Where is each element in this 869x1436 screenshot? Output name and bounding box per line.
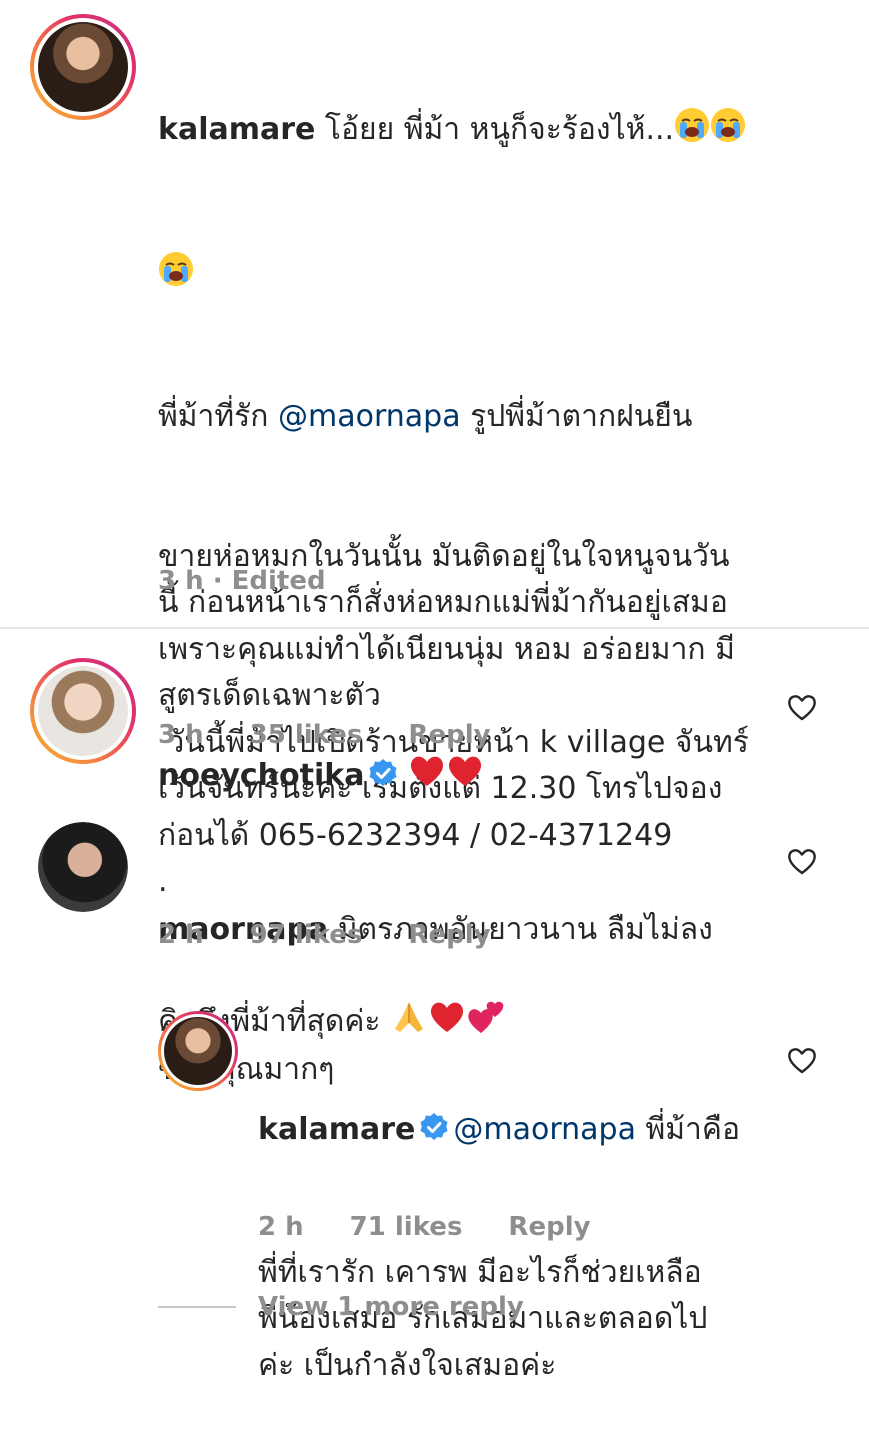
heart-icon[interactable] [786, 691, 818, 723]
reply-button[interactable]: Reply [508, 1212, 590, 1242]
avatar-noeychotika[interactable] [30, 658, 136, 764]
red-heart-emoji [408, 753, 446, 804]
caption-meta: 3 h · Edited [158, 566, 372, 596]
avatar-kalamare[interactable] [30, 14, 136, 120]
view-more-line [158, 1306, 236, 1308]
comment-likes[interactable]: 35 likes [250, 720, 363, 750]
loudly-crying-face-emoji [674, 107, 710, 158]
caption-username[interactable]: kalamare [158, 112, 315, 147]
comment-meta: 3 h 35 likes Reply [158, 720, 537, 750]
caption-line-1: kalamare โอ้ยย พี่ม้า หนูก็จะร้องไห้... [158, 107, 848, 158]
comment-likes[interactable]: 97 likes [250, 920, 363, 950]
loudly-crying-face-emoji [158, 251, 194, 302]
mention-maornapa[interactable]: @maornapa [453, 1112, 636, 1147]
reply-button[interactable]: Reply [408, 920, 490, 950]
comment-meta: 2 h 97 likes Reply [158, 920, 537, 950]
view-more-replies-button[interactable]: View 1 more reply [258, 1292, 524, 1322]
heart-icon[interactable] [786, 1044, 818, 1076]
comment-username[interactable]: noeychotika [158, 758, 364, 793]
red-heart-emoji [446, 753, 484, 804]
loudly-crying-face-emoji [710, 107, 746, 158]
comment-meta: 2 h 71 likes Reply [258, 1212, 637, 1242]
reply-button[interactable]: Reply [408, 720, 490, 750]
caption-line-2 [158, 251, 848, 302]
comment-time: 2 h [158, 920, 204, 950]
verified-badge-icon [368, 756, 398, 803]
heart-icon[interactable] [786, 845, 818, 877]
caption-line-3: พี่ม้าที่รัก @maornapa รูปพี่ม้าตากฝนยืน [158, 399, 693, 434]
comment-time: 3 h [158, 720, 204, 750]
mention-maornapa[interactable]: @maornapa [278, 399, 461, 434]
comment-likes[interactable]: 71 likes [350, 1212, 463, 1242]
comment-username[interactable]: kalamare [258, 1112, 415, 1147]
caption-divider [0, 627, 869, 629]
caption-time: 3 h · Edited [158, 566, 326, 596]
avatar-maornapa[interactable] [38, 822, 128, 912]
verified-badge-icon [419, 1110, 449, 1157]
avatar-kalamare-reply[interactable] [158, 1011, 238, 1091]
comment-time: 2 h [258, 1212, 304, 1242]
